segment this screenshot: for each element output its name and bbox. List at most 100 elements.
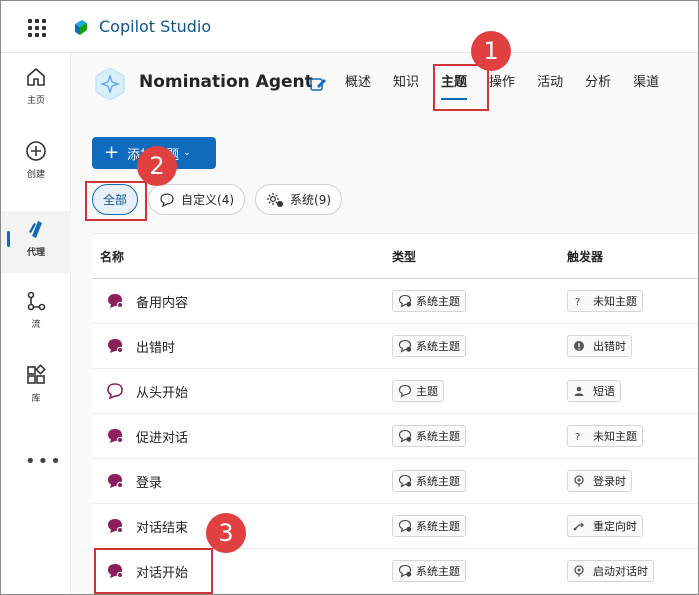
type-chip: 系统主题	[392, 470, 466, 492]
agent-edit-icon[interactable]	[308, 74, 328, 94]
app-launcher-icon[interactable]	[28, 19, 46, 37]
tab-channels[interactable]: 渠道	[622, 54, 670, 112]
trigger-label: 未知主题	[593, 430, 637, 443]
topic-name[interactable]: 备用内容	[136, 292, 188, 311]
type-label: 系统主题	[416, 475, 460, 488]
trigger-cell: 出错时	[567, 335, 698, 357]
topic-name[interactable]: 出错时	[136, 337, 175, 356]
rail-item-home[interactable]: 主页	[1, 65, 71, 125]
tab-overview[interactable]: 概述	[334, 54, 382, 112]
trigger-chip: 启动对话时	[567, 560, 654, 582]
system-topic-icon	[108, 519, 124, 534]
trigger-chip: 登录时	[567, 470, 632, 492]
trigger-cell: ? 未知主题	[567, 290, 698, 312]
type-label: 系统主题	[416, 430, 460, 443]
agent-icon	[29, 221, 42, 238]
type-chip: 系统主题	[392, 560, 466, 582]
rail-item-flows[interactable]: 流	[1, 289, 71, 349]
type-chip: 系统主题	[392, 515, 466, 537]
table-row[interactable]: 出错时 系统主题 出错时	[92, 324, 698, 369]
tab-analytics[interactable]: 分析	[574, 54, 622, 112]
tab-knowledge[interactable]: 知识	[382, 54, 430, 112]
system-chat-icon	[398, 294, 412, 308]
topic-type-cell: 系统主题	[392, 290, 567, 312]
type-label: 系统主题	[416, 340, 460, 353]
system-chat-icon	[398, 429, 412, 443]
rail-item-create[interactable]: 创建	[1, 139, 71, 199]
type-chip: 系统主题	[392, 425, 466, 447]
type-label: 主题	[416, 385, 438, 398]
topics-table: 名称 类型 触发器 备用内容 系统主题? 未知主题 出错时 系统主题 出错时 从头开始 主题短…	[92, 233, 698, 594]
topic-name-cell[interactable]: 登录	[92, 472, 392, 491]
trigger-label: 出错时	[593, 340, 626, 353]
table-row[interactable]: 备用内容 系统主题? 未知主题	[92, 279, 698, 324]
type-chip: 主题	[392, 380, 444, 402]
topic-name[interactable]: 对话结束	[136, 517, 188, 536]
system-topic-icon	[108, 339, 124, 354]
trigger-label: 启动对话时	[593, 565, 648, 578]
annotation-box-conversation-start	[94, 548, 213, 594]
window: Copilot Studio 主页 创建 代理 流 库 ••• Nominati…	[0, 0, 699, 595]
home-icon	[27, 68, 45, 86]
topic-type-cell: 系统主题	[392, 425, 567, 447]
chevron-down-icon: ⌄	[183, 148, 191, 158]
type-chip: 系统主题	[392, 335, 466, 357]
trigger-label: 登录时	[593, 475, 626, 488]
trigger-chip: 出错时	[567, 335, 632, 357]
table-row[interactable]: 促进对话 系统主题? 未知主题	[92, 414, 698, 459]
topic-name[interactable]: 登录	[136, 472, 162, 491]
agent-header: Nomination Agent 概述 知识 主题 操作 活动 分析 渠道	[72, 54, 698, 112]
header-name[interactable]: 名称	[92, 248, 392, 265]
filter-custom[interactable]: 自定义(4)	[148, 184, 246, 215]
flow-icon	[27, 291, 46, 311]
question-icon: ?	[573, 430, 589, 442]
chat-bubble-icon	[398, 384, 412, 398]
rail-label-home: 主页	[26, 96, 45, 106]
topic-type-cell: 系统主题	[392, 335, 567, 357]
table-row[interactable]: 登录 系统主题 登录时	[92, 459, 698, 504]
svg-text:?: ?	[575, 432, 580, 442]
topic-type-cell: 系统主题	[392, 560, 567, 582]
topic-name-cell[interactable]: 促进对话	[92, 427, 392, 446]
trigger-cell: 重定向时	[567, 515, 698, 537]
error-icon	[573, 340, 589, 352]
table-body: 备用内容 系统主题? 未知主题 出错时 系统主题 出错时 从头开始 主题 短语 促进对话 系统主题?…	[92, 279, 698, 594]
rail-item-library[interactable]: 库	[1, 363, 71, 423]
plus-icon: +	[104, 142, 120, 163]
table-row[interactable]: 从头开始 主题 短语	[92, 369, 698, 414]
svg-text:?: ?	[575, 297, 580, 307]
trigger-label: 未知主题	[593, 295, 637, 308]
trigger-cell: 登录时	[567, 470, 698, 492]
topic-name[interactable]: 从头开始	[136, 382, 188, 401]
signin-icon	[573, 475, 589, 487]
top-bar: Copilot Studio	[1, 1, 698, 53]
header-trigger[interactable]: 触发器	[567, 248, 698, 265]
trigger-cell: 启动对话时	[567, 560, 698, 582]
rail-label-agents: 代理	[26, 248, 45, 258]
tab-activity[interactable]: 活动	[526, 54, 574, 112]
rail-label-flows: 流	[31, 320, 41, 330]
table-header: 名称 类型 触发器	[92, 234, 698, 279]
more-icon[interactable]: •••	[25, 451, 63, 472]
table-row[interactable]: 对话结束 系统主题 重定向时	[92, 504, 698, 549]
start-icon	[573, 565, 589, 577]
header-type[interactable]: 类型	[392, 248, 567, 265]
rail-label-create: 创建	[26, 170, 45, 180]
rail-item-agents[interactable]: 代理	[1, 211, 71, 273]
filter-system[interactable]: 系统(9)	[255, 184, 343, 215]
topic-name-cell[interactable]: 出错时	[92, 337, 392, 356]
annotation-badge-2: 2	[137, 146, 177, 186]
custom-topic-icon	[107, 383, 123, 400]
agent-avatar-icon	[95, 67, 125, 101]
trigger-cell: 短语	[567, 380, 698, 402]
copilot-studio-logo-icon	[75, 20, 87, 35]
topic-name[interactable]: 促进对话	[136, 427, 188, 446]
library-icon	[27, 364, 46, 384]
trigger-label: 短语	[593, 385, 615, 398]
trigger-chip: ? 未知主题	[567, 290, 643, 312]
type-chip: 系统主题	[392, 290, 466, 312]
topic-name-cell[interactable]: 从头开始	[92, 382, 392, 401]
topic-name-cell[interactable]: 备用内容	[92, 292, 392, 311]
topic-type-cell: 系统主题	[392, 470, 567, 492]
trigger-chip: 重定向时	[567, 515, 643, 537]
